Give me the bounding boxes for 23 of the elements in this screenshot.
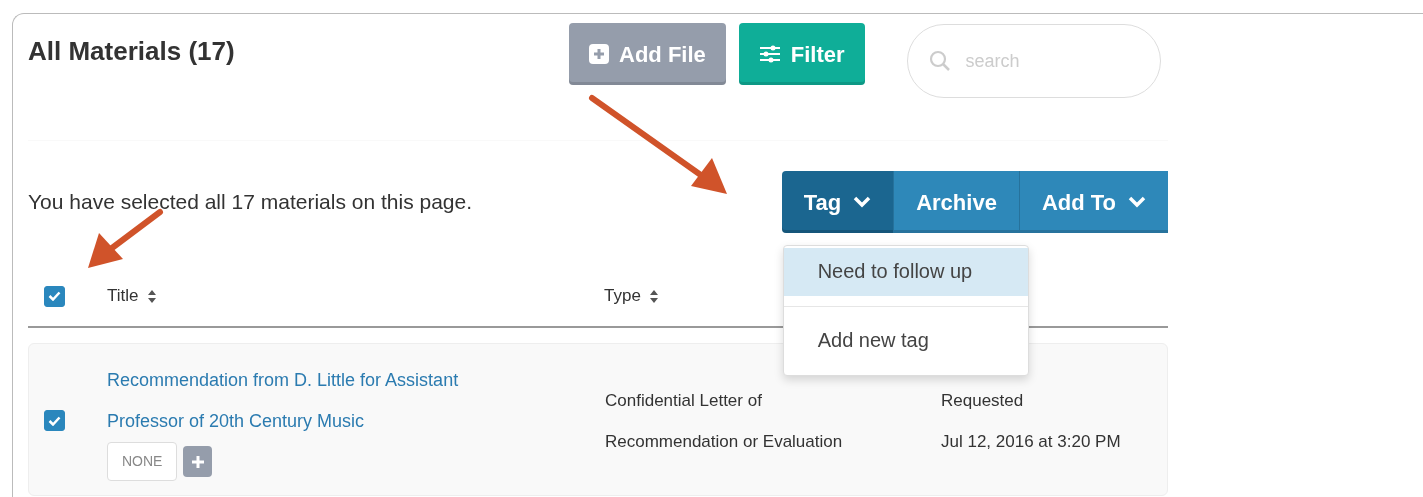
plus-icon [190,454,205,469]
sliders-icon [758,45,781,63]
checkmark-icon [48,291,61,302]
date-text: Jul 12, 2016 at 3:20 PM [941,430,1121,453]
plus-square-icon [589,44,609,64]
checkbox[interactable] [44,285,65,307]
type-text: Confidential Letter of Recommendation or Evaluation [605,389,844,453]
tag-label: NONE [107,442,178,481]
checkbox[interactable] [44,410,65,431]
menu-item[interactable]: Add new tag [783,317,1028,365]
add-tag-button[interactable] [183,446,213,478]
action-button[interactable]: Archive [893,171,1019,233]
action-button[interactable]: Tag [781,171,894,233]
selection-message: You have selected all 17 materials on this page. [28,189,472,216]
column-header[interactable]: Type [604,283,641,309]
column-header[interactable]: Title [107,283,139,309]
status-text: Requested [941,389,1025,412]
material-title-link[interactable]: Recommendation from D. Little for Assistant Professor of 20th Century Music [107,360,537,442]
action-button[interactable]: Add To [1018,171,1168,233]
menu-item[interactable]: Need to follow up [783,248,1028,296]
page-title: All Materials (17) [28,36,236,68]
checkmark-icon [48,415,61,426]
search-icon [928,50,951,72]
